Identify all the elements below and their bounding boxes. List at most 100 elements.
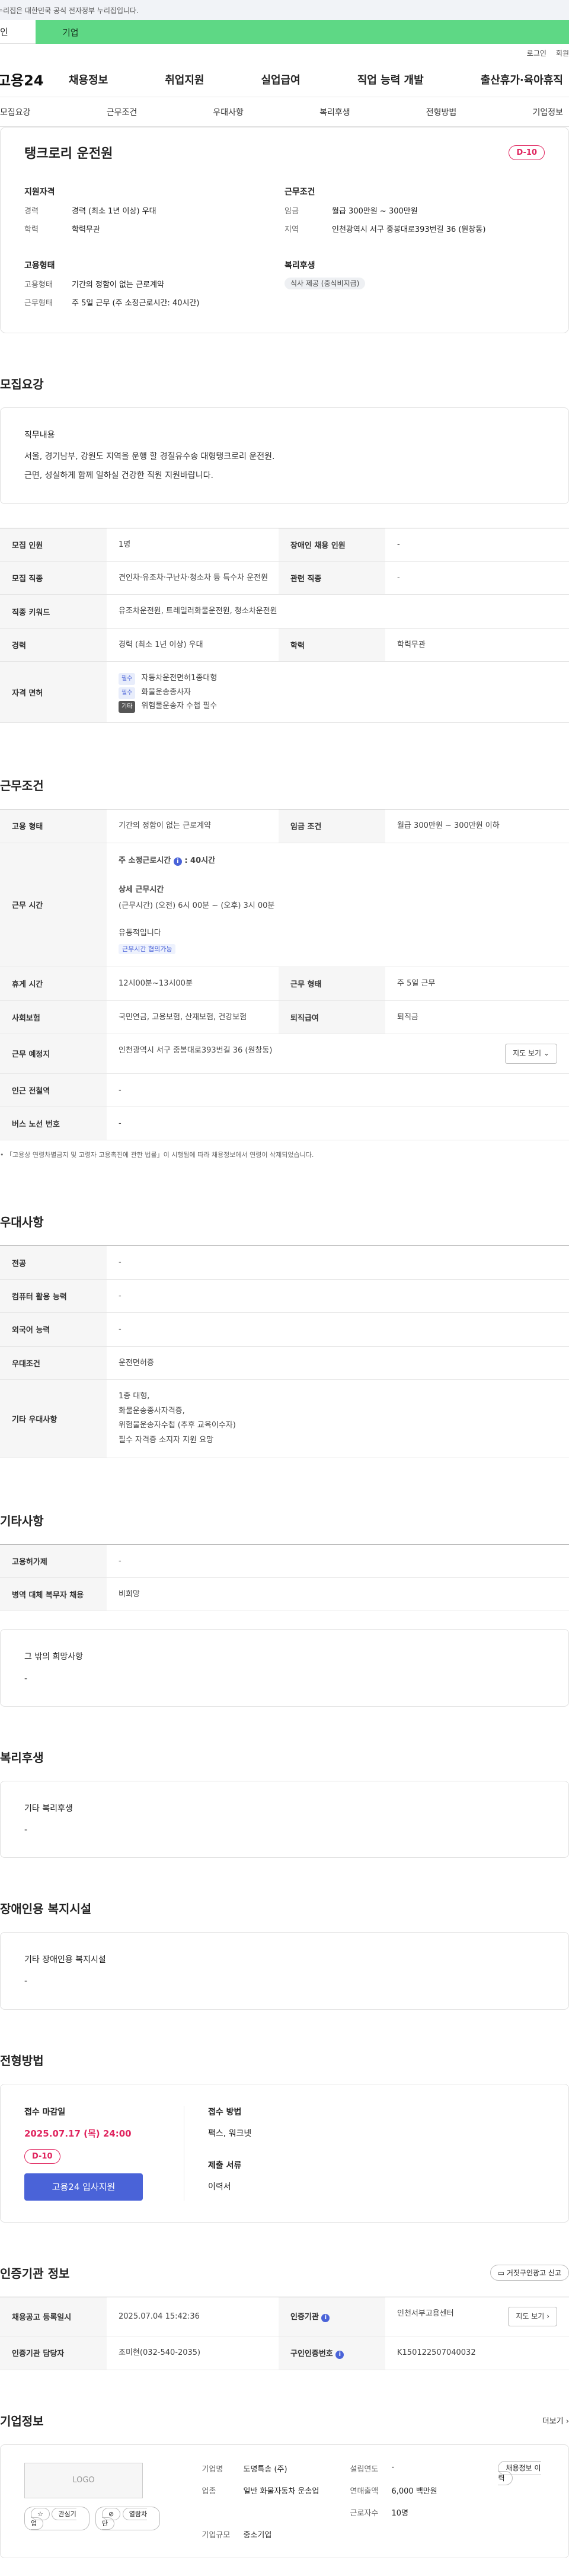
pref-etc-line: 위험물운송자수첩 (추후 교육이수자) [119,1421,236,1430]
recruit-table: 모집 인원 1명 장애인 채용 인원 - 모집 직종 견인차·유조차·구난차·청소차 등… [0,527,569,723]
anchor-item[interactable]: 복리후생 [319,106,350,118]
table-row: 근무 시간 주 소정근로시간 i : 40시간 상세 근무시간 (근무시간) (… [0,843,569,968]
summary-heading: 복리후생 [284,261,315,270]
info-icon[interactable]: i [335,2350,344,2359]
map-button[interactable]: 지도 보기 ⌄ [505,1043,557,1064]
table-key: 장애인 채용 인원 [279,527,385,562]
agency-map-button[interactable]: 지도 보기 › [508,2306,557,2327]
table-row: 전공 - [0,1245,569,1280]
gnb-item[interactable]: 채용정보 [69,72,108,87]
company-more-link[interactable]: 더보기 › [542,2415,569,2426]
tab-personal[interactable]: 인 [0,20,36,44]
summary-heading: 지원자격 [24,187,55,197]
company-value: 도명특송 (주) [243,2465,287,2474]
company-key: 기업명 [202,2465,223,2474]
method-value: 팩스, 워크넷 [208,2128,252,2138]
login-link[interactable]: 로그인 [527,48,546,58]
table-value: 월급 300만원 ~ 300만원 이하 [385,809,569,843]
company-value: 일반 화물자동차 운송업 [243,2486,319,2496]
report-fake-ad-button[interactable]: ▭ 거짓구인광고 신고 [490,2264,569,2281]
duty-label: 직무내용 [24,431,55,440]
anchor-item[interactable]: 기업정보 [532,106,563,118]
hope-box: 그 밖의 희망사항 - [0,1629,569,1707]
apply-button[interactable]: 고용24 입사지원 [24,2173,143,2201]
license-list: 필수 자동차운전면허1종대형 필수 화물운송종사자 기타 위험물운송자 수첩 필수 [107,661,569,723]
table-value: - [385,527,569,562]
gnb-item[interactable]: 직업 능력 개발 [357,72,424,87]
hours-detail-label: 상세 근무시간 [119,885,164,894]
map-button-label: 지도 보기 [513,1048,542,1057]
hours-week-label: 주 소정근로시간 [119,856,171,865]
table-value: 1명 [107,527,279,562]
table-value: 비희망 [107,1577,569,1612]
info-icon[interactable]: i [173,857,182,866]
table-row: 직종 키워드 유조차운전원, 트레일러화물운전원, 청소차운전원 [0,594,569,629]
pref-etc-line: 1종 대형, [119,1391,150,1401]
company-value: 6,000 백만원 [391,2486,437,2496]
company-key: 업종 [202,2486,216,2496]
summary-card: 탱크로리 운전원 D-10 지원자격 경력 경력 (최소 1년 이상) 우대 학력… [0,127,569,333]
table-row: 경력 경력 (최소 1년 이상) 우대 학력 학력무관 [0,628,569,662]
summary-value: 기간의 정함이 없는 근로계약 [72,280,164,289]
anchor-item[interactable]: 근무조건 [107,106,138,118]
method-label: 접수 방법 [208,2107,242,2117]
global-nav: 고용24 채용정보 취업지원 실업급여 직업 능력 개발 출산휴가·육아휴직 [0,62,569,97]
summary-key: 임금 [284,207,299,216]
work-hours-cell: 주 소정근로시간 i : 40시간 상세 근무시간 (근무시간) (오전) 6시… [107,843,569,968]
summary-value: 인천광역시 서구 중봉대로393번길 36 (원창동) [332,225,486,234]
dday-badge: D-10 [509,145,545,160]
agency-org-key: 인증기관 [290,2313,319,2322]
table-key: 휴게 시간 [0,967,107,1001]
table-key: 인증기관 i [279,2296,385,2337]
table-value: - [385,561,569,595]
gnb-item[interactable]: 취업지원 [165,72,204,87]
summary-key: 고용형태 [24,280,53,289]
summary-value: 학력무관 [72,225,100,234]
history-button[interactable]: 채용정보 이력 [498,2460,541,2485]
info-icon[interactable]: i [321,2314,330,2323]
agency-table: 채용공고 등록일시 2025.07.04 15:42:36 인증기관 i 인천서부고용… [0,2296,569,2370]
section-title-recruit: 모집요강 [0,377,44,391]
gnb-item[interactable]: 실업급여 [261,72,301,87]
disabled-facility-label: 기타 장애인용 복지시설 [24,1955,106,1965]
gnb-item[interactable]: 출산휴가·육아휴직 [481,72,563,87]
table-row: 휴게 시간 12시00분~13시00분 근무 형태 주 5일 근무 [0,967,569,1001]
job-title: 탱크로리 운전원 [24,146,113,161]
table-row: 인근 전철역 - [0,1073,569,1107]
pref-etc-cell: 1종 대형, 화물운송종사자격증, 위험물운송자수첩 (추후 교육이수자) 필수… [107,1379,569,1458]
favorite-company-button[interactable]: ☆ 관심기업 [24,2506,90,2530]
table-value: 유조차운전원, 트레일러화물운전원, 청소차운전원 [107,594,569,629]
block-view-button[interactable]: ⊘ 열람차단 [95,2506,161,2530]
work-table: 고용 형태 기간의 정함이 없는 근로계약 임금 조건 월급 300만원 ~ 300만… [0,809,569,1141]
section-title-process: 전형방법 [0,2053,44,2068]
disabled-facility-box: 기타 장애인용 복지시설 - [0,1932,569,2010]
table-row: 자격 면허 필수 자동차운전면허1종대형 필수 화물운송종사자 기타 위험물운송자 수… [0,661,569,723]
hope-value: - [24,1673,28,1684]
table-key: 관련 직종 [279,561,385,595]
section-title-disabled-facility: 장애인용 복지시설 [0,1902,92,1917]
section-title-work: 근무조건 [0,779,44,793]
more-label: 더보기 [542,2416,564,2426]
table-row: 고용 형태 기간의 정함이 없는 근로계약 임금 조건 월급 300만원 ~ 300만… [0,809,569,843]
table-key: 고용 형태 [0,809,107,843]
summary-welfare: 복리후생 식사 제공 (중식비지급) [284,259,545,315]
join-link[interactable]: 회원 [556,48,569,58]
table-row: 컴퓨터 활용 능력 - [0,1279,569,1313]
pref-etc-line: 필수 자격증 소지자 지원 요망 [119,1435,214,1445]
anchor-item[interactable]: 우대사항 [213,106,244,118]
table-row: 근무 예정지 인천광역시 서구 중봉대로393번길 36 (원창동) 지도 보기 ⌄ [0,1034,569,1074]
chevron-right-icon: › [546,2312,549,2320]
docs-value: 이력서 [208,2182,231,2192]
table-value: 국민연금, 고용보험, 산재보험, 건강보험 [107,1000,279,1034]
anchor-item[interactable]: 모집요강 [0,106,31,118]
license-tag: 필수 [119,673,136,686]
table-value: - [107,1279,569,1313]
site-logo[interactable]: 고용24 [0,69,69,90]
tab-company[interactable]: 기업 [36,20,569,44]
hours-negotiable-link[interactable]: 근무시간 협의가능 [119,943,176,954]
section-title-agency: 인증기관 정보 [0,2266,70,2281]
deadline-date: 2025.07.17 (목) 24:00 [24,2128,132,2139]
table-key: 우대조건 [0,1346,107,1380]
anchor-item[interactable]: 전형방법 [426,106,457,118]
agency-org-cell: 인천서부고용센터 지도 보기 › [385,2296,569,2337]
